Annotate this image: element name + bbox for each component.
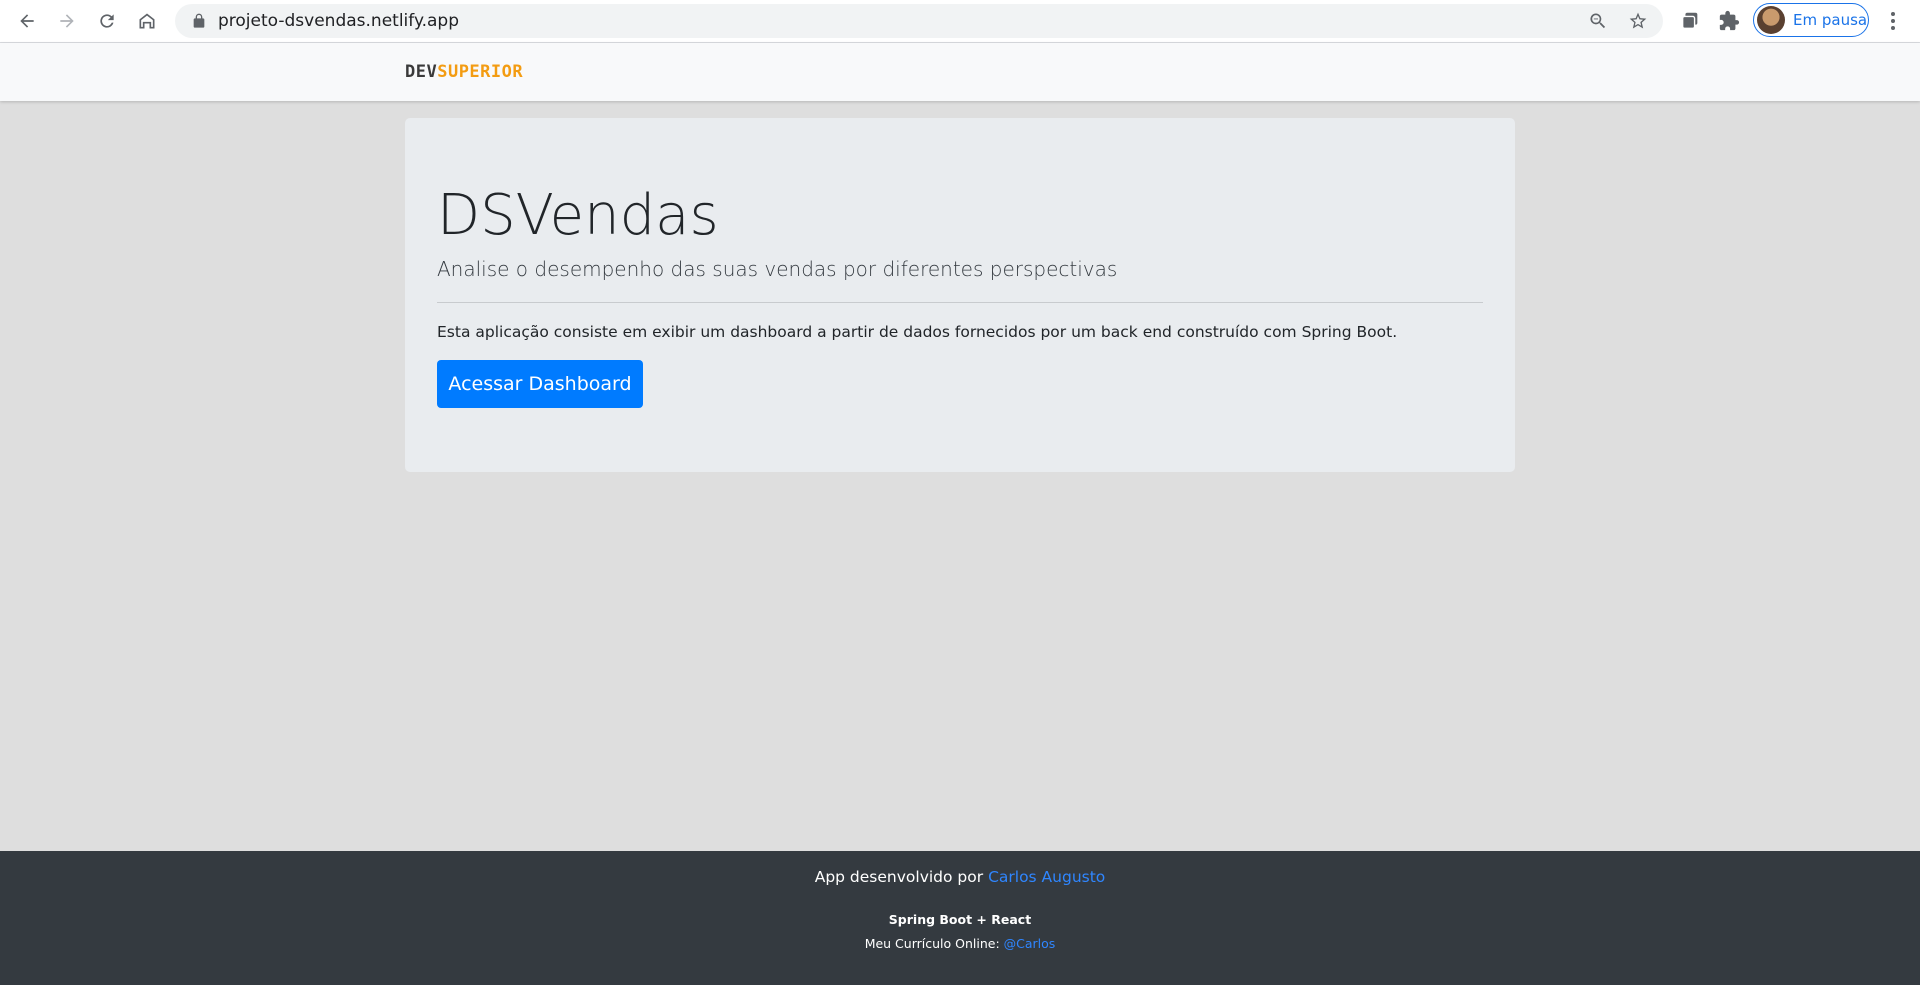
footer-cv: Meu Currículo Online: @Carlos — [0, 936, 1920, 951]
jumbotron: DSVendas Analise o desempenho das suas v… — [405, 118, 1515, 472]
browser-toolbar: projeto-dsvendas.netlify.app Em pausa — [0, 0, 1920, 43]
home-icon — [139, 13, 155, 29]
description-text: Esta aplicação consiste em exibir um das… — [437, 323, 1398, 341]
devsuperior-logo[interactable]: DEVSUPERIOR — [405, 62, 523, 82]
address-bar[interactable]: projeto-dsvendas.netlify.app — [175, 4, 1663, 38]
home-button[interactable] — [132, 6, 162, 36]
lead-text: Analise o desempenho das suas vendas por… — [437, 257, 1118, 281]
access-dashboard-button[interactable]: Acessar Dashboard — [437, 360, 643, 408]
more-icon[interactable] — [1883, 9, 1903, 33]
extensions-icon[interactable] — [1718, 10, 1740, 32]
back-button[interactable] — [12, 6, 42, 36]
star-icon[interactable] — [1628, 11, 1648, 31]
footer-credit-prefix: App desenvolvido por — [814, 868, 989, 886]
reload-button[interactable] — [92, 6, 122, 36]
zoom-icon[interactable] — [1588, 11, 1608, 31]
logo-part-superior: SUPERIOR — [437, 62, 524, 82]
footer-tech: Spring Boot + React — [888, 912, 1032, 927]
app-navbar: DEVSUPERIOR — [0, 43, 1920, 101]
divider — [437, 302, 1483, 303]
footer: App desenvolvido por Carlos Augusto Spri… — [0, 851, 1920, 985]
logo-part-dev: DEV — [405, 62, 438, 82]
url-text[interactable]: projeto-dsvendas.netlify.app — [218, 4, 459, 38]
footer-cv-prefix: Meu Currículo Online: — [864, 936, 1004, 951]
forward-icon — [60, 14, 74, 28]
page-title: DSVendas — [437, 183, 719, 248]
reload-icon — [100, 14, 114, 28]
lock-icon[interactable] — [191, 13, 207, 29]
cv-link[interactable]: @Carlos — [1004, 936, 1056, 951]
footer-credit: App desenvolvido por Carlos Augusto — [0, 868, 1920, 886]
avatar — [1757, 6, 1785, 34]
back-icon — [20, 14, 34, 28]
forward-button[interactable] — [52, 6, 82, 36]
profile-status: Em pausa — [1793, 11, 1868, 29]
author-link[interactable]: Carlos Augusto — [988, 868, 1105, 886]
tab-search-icon[interactable] — [1679, 10, 1701, 32]
profile-button[interactable]: Em pausa — [1753, 3, 1869, 37]
